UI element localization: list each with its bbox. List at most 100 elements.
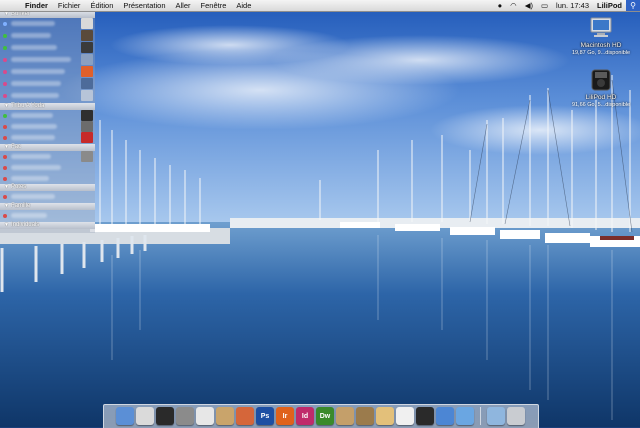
hard-drive-icon xyxy=(590,17,612,37)
desktop-wallpaper xyxy=(0,0,640,427)
ichat-icon[interactable] xyxy=(136,407,154,425)
status-dot-icon xyxy=(3,154,7,159)
list-item[interactable] xyxy=(0,173,95,184)
group-header[interactable]: ▼ Individuals xyxy=(0,222,95,229)
disclosure-triangle-icon: ▼ xyxy=(4,144,9,150)
box-icon[interactable] xyxy=(376,407,394,425)
ipod-drive-icon xyxy=(591,69,611,91)
adium-icon[interactable] xyxy=(396,407,414,425)
buddy-list-panel: ▼ Bunker ▼ Tribu A Yoda ▼ Fac ▼ Potes ▼ Famil… xyxy=(0,11,95,233)
volume-icon[interactable]: ◀) xyxy=(521,1,537,10)
menu-finder[interactable]: Finder xyxy=(20,1,53,10)
avatar xyxy=(81,78,93,89)
desktop-icon-lilipod-hd[interactable]: LiliPod HD 91,66 Go, 5...disponible xyxy=(566,68,636,109)
address-book-icon[interactable] xyxy=(216,407,234,425)
dock-separator xyxy=(480,407,481,425)
list-item[interactable] xyxy=(0,151,95,162)
status-dot-icon xyxy=(3,81,7,86)
group-header[interactable]: ▼ Bunker xyxy=(0,11,95,18)
list-item[interactable] xyxy=(0,78,95,89)
dock: Ps Ir Id Dw xyxy=(103,404,539,428)
illustrator-icon[interactable]: Ir xyxy=(276,407,294,425)
avatar xyxy=(81,66,93,77)
group-header[interactable]: ▼ Fac xyxy=(0,144,95,151)
avatar xyxy=(81,42,93,53)
avatar xyxy=(81,132,93,143)
camino-icon[interactable] xyxy=(416,407,434,425)
avatar xyxy=(81,30,93,41)
photo-booth-icon[interactable] xyxy=(176,407,194,425)
menu-aide[interactable]: Aide xyxy=(231,1,256,10)
menu-fichier[interactable]: Fichier xyxy=(53,1,86,10)
battery-icon[interactable]: ▭ xyxy=(537,1,552,10)
list-item[interactable] xyxy=(0,54,95,65)
preview2-icon[interactable] xyxy=(356,407,374,425)
list-item[interactable] xyxy=(0,42,95,53)
drive-name: Macintosh HD xyxy=(580,42,622,49)
status-dot-icon xyxy=(3,69,7,74)
dreamweaver-icon[interactable]: Dw xyxy=(316,407,334,425)
wifi-icon[interactable]: ◠ xyxy=(506,1,521,10)
status-dot-icon xyxy=(3,113,7,118)
group-header[interactable]: ▼ Tribu A Yoda xyxy=(0,103,95,110)
list-item[interactable] xyxy=(0,162,95,173)
disclosure-triangle-icon: ▼ xyxy=(4,103,9,109)
disclosure-triangle-icon: ▼ xyxy=(4,222,9,228)
iphoto-icon[interactable] xyxy=(336,407,354,425)
indesign-icon[interactable]: Id xyxy=(296,407,314,425)
list-item[interactable] xyxy=(0,132,95,143)
drive-info: 19,87 Go, 9...disponible xyxy=(571,50,631,56)
menu-edition[interactable]: Édition xyxy=(85,1,118,10)
status-dot-icon xyxy=(3,135,7,140)
list-item[interactable] xyxy=(0,30,95,41)
list-item[interactable] xyxy=(0,121,95,132)
list-item[interactable] xyxy=(0,90,95,101)
menu-aller[interactable]: Aller xyxy=(171,1,196,10)
drive-name: LiliPod HD xyxy=(585,94,617,101)
status-dot-icon xyxy=(3,93,7,98)
disclosure-triangle-icon: ▼ xyxy=(4,184,9,190)
mail-icon[interactable] xyxy=(196,407,214,425)
menu-fenetre[interactable]: Fenêtre xyxy=(196,1,232,10)
trash-icon[interactable] xyxy=(507,407,525,425)
photoshop-icon[interactable]: Ps xyxy=(256,407,274,425)
status-dot-icon xyxy=(3,194,7,199)
itunes-icon[interactable] xyxy=(456,407,474,425)
preview-icon[interactable] xyxy=(236,407,254,425)
dock-items: Ps Ir Id Dw xyxy=(116,407,525,425)
status-dot-icon xyxy=(3,165,7,170)
disclosure-triangle-icon: ▼ xyxy=(4,203,9,209)
spotlight-icon[interactable]: ⚲ xyxy=(626,0,640,11)
avatar xyxy=(81,18,93,29)
finder-icon[interactable] xyxy=(116,407,134,425)
avatar xyxy=(81,121,93,132)
list-item[interactable] xyxy=(0,191,95,202)
menu-bar: Finder Fichier Édition Présentation Alle… xyxy=(0,0,640,12)
documents-icon[interactable] xyxy=(487,407,505,425)
menu-user[interactable]: LiliPod xyxy=(593,1,626,10)
avatar xyxy=(81,54,93,65)
safari-icon[interactable] xyxy=(436,407,454,425)
avatar xyxy=(81,110,93,121)
status-dot-icon xyxy=(3,33,7,38)
list-item[interactable] xyxy=(0,210,95,221)
list-item[interactable] xyxy=(0,110,95,121)
dashboard-icon[interactable] xyxy=(156,407,174,425)
avatar xyxy=(81,151,93,162)
list-item[interactable] xyxy=(0,18,95,29)
ichat-status-icon[interactable]: ● xyxy=(494,1,507,10)
menu-extras: ● ◠ ◀) ▭ lun. 17:43 LiliPod ⚲ xyxy=(494,0,640,11)
desktop-icon-macintosh-hd[interactable]: Macintosh HD 19,87 Go, 9...disponible xyxy=(566,16,636,57)
drive-info: 91,66 Go, 5...disponible xyxy=(571,102,631,108)
menu-presentation[interactable]: Présentation xyxy=(118,1,170,10)
menu-clock[interactable]: lun. 17:43 xyxy=(552,1,593,10)
avatar xyxy=(81,90,93,101)
status-dot-icon xyxy=(3,176,7,181)
status-dot-icon xyxy=(3,213,7,218)
group-header[interactable]: ▼ Famille xyxy=(0,203,95,210)
status-dot-icon xyxy=(3,57,7,62)
status-dot-icon xyxy=(3,45,7,50)
group-header[interactable]: ▼ Potes xyxy=(0,184,95,191)
list-item[interactable] xyxy=(0,66,95,77)
status-dot-icon xyxy=(3,124,7,129)
